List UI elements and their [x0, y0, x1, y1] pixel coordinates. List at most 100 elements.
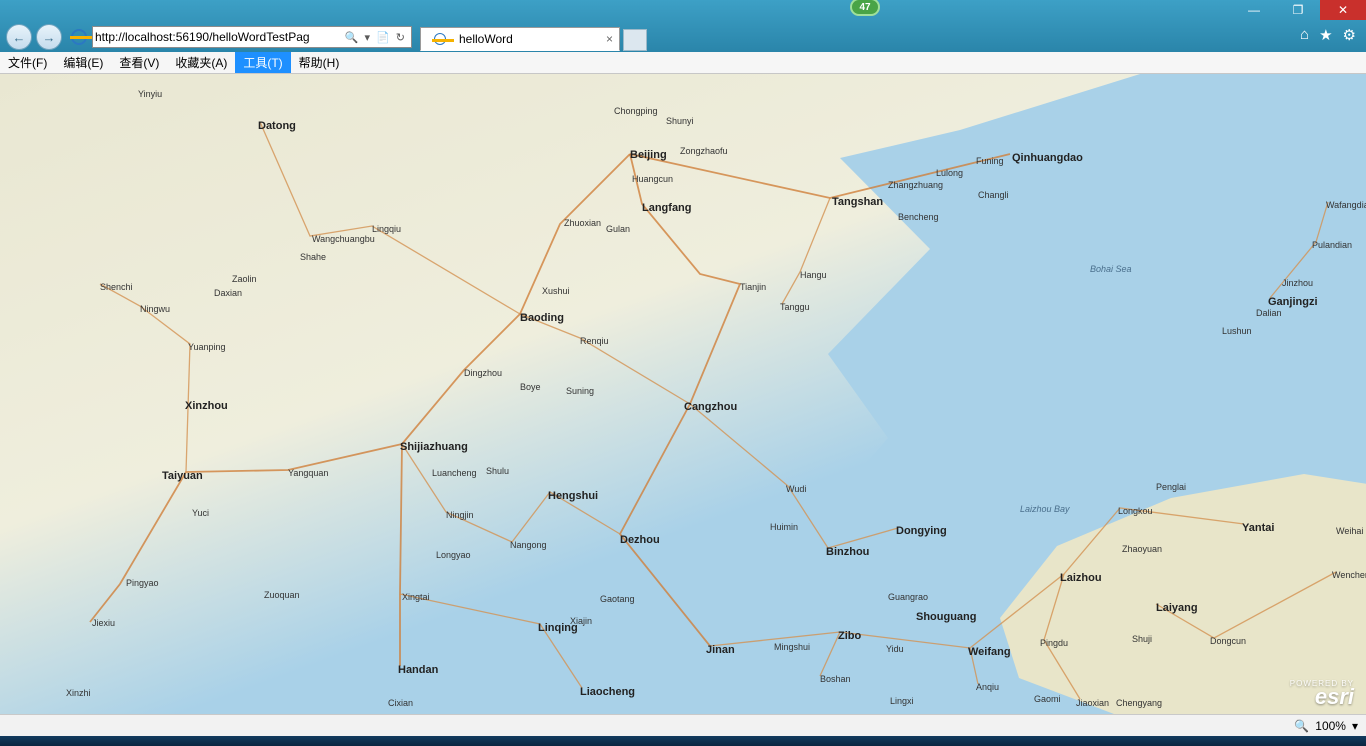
map-label: Yuci — [192, 508, 209, 518]
map-label: Laizhou Bay — [1020, 504, 1070, 514]
address-bar[interactable]: 🔍 ▾ 📄 ↻ — [92, 26, 412, 48]
map-label: Suning — [566, 386, 594, 396]
menu-item-4[interactable]: 工具(T) — [235, 52, 290, 73]
map-label: Zhangzhuang — [888, 180, 943, 190]
address-bar-buttons: 🔍 ▾ 📄 ↻ — [341, 31, 409, 44]
map-label: Lushun — [1222, 326, 1252, 336]
map-label: Jinan — [706, 644, 735, 656]
road-network — [0, 74, 1366, 714]
menu-bar: 文件(F)编辑(E)查看(V)收藏夹(A)工具(T)帮助(H) — [0, 52, 1366, 74]
map-label: Bencheng — [898, 212, 939, 222]
window-controls: — ❐ ✕ — [1232, 0, 1366, 20]
map-label: Beijing — [630, 149, 667, 161]
map-label: Cixian — [388, 698, 413, 708]
url-input[interactable] — [95, 28, 341, 46]
favorites-icon[interactable]: ★ — [1319, 26, 1332, 44]
taskbar[interactable] — [0, 736, 1366, 746]
map-label: Changli — [978, 190, 1009, 200]
map-label: Cangzhou — [684, 401, 737, 413]
map-label: Shenchi — [100, 282, 133, 292]
map-label: Renqiu — [580, 336, 609, 346]
close-button[interactable]: ✕ — [1320, 0, 1366, 20]
map-label: Boye — [520, 382, 541, 392]
minimize-button[interactable]: — — [1232, 0, 1276, 20]
maximize-button[interactable]: ❐ — [1276, 0, 1320, 20]
map-label: Baoding — [520, 312, 564, 324]
menu-item-2[interactable]: 查看(V) — [111, 52, 167, 73]
zoom-level[interactable]: 100% — [1315, 719, 1346, 733]
zoom-icon[interactable]: 🔍 — [1294, 719, 1309, 733]
map-label: Gaomi — [1034, 694, 1061, 704]
map-label: Dongcun — [1210, 636, 1246, 646]
map-label: Pingdu — [1040, 638, 1068, 648]
map-label: Weifang — [968, 646, 1011, 658]
map-label: Shunyi — [666, 116, 694, 126]
map-label: Nangong — [510, 540, 547, 550]
home-icon[interactable]: ⌂ — [1300, 26, 1309, 44]
map-label: Dongying — [896, 525, 947, 537]
map-label: Xushui — [542, 286, 570, 296]
menu-item-0[interactable]: 文件(F) — [0, 52, 55, 73]
tab-close-icon[interactable]: × — [606, 32, 613, 46]
toolbar-right: ⌂ ★ ⚙ — [1300, 26, 1356, 44]
map-label: Laizhou — [1060, 572, 1102, 584]
tools-gear-icon[interactable]: ⚙ — [1343, 26, 1356, 44]
menu-item-3[interactable]: 收藏夹(A) — [167, 52, 235, 73]
map-label: Zhaoyuan — [1122, 544, 1162, 554]
map-label: Hangu — [800, 270, 827, 280]
map-label: Ningwu — [140, 304, 170, 314]
back-button[interactable]: ← — [6, 24, 32, 50]
dropdown-icon[interactable]: ▾ — [365, 31, 371, 44]
map-label: Langfang — [642, 202, 692, 214]
map-label: Xinzhou — [185, 400, 228, 412]
map-label: Shouguang — [916, 611, 977, 623]
new-tab-button[interactable] — [623, 29, 647, 51]
map-label: Chengyang — [1116, 698, 1162, 708]
menu-item-5[interactable]: 帮助(H) — [291, 52, 348, 73]
map-label: Gulan — [606, 224, 630, 234]
map-label: Lingxi — [890, 696, 914, 706]
map-viewport[interactable]: BeijingDatongLangfangTangshanBaodingShij… — [0, 74, 1366, 714]
map-label: Boshan — [820, 674, 851, 684]
map-label: Chongping — [614, 106, 658, 116]
map-label: Ningjin — [446, 510, 474, 520]
map-label: Wencheng — [1332, 570, 1366, 580]
refresh-icon[interactable]: ↻ — [396, 31, 405, 44]
compat-view-icon[interactable]: 📄 — [376, 31, 390, 44]
browser-chrome-top: 47 — ❐ ✕ ← → 🔍 ▾ 📄 ↻ helloWord × — [0, 0, 1366, 52]
tab-title: helloWord — [459, 32, 513, 46]
map-label: Xiajin — [570, 616, 592, 626]
map-label: Daxian — [214, 288, 242, 298]
map-label: Tangshan — [832, 196, 883, 208]
map-label: Yuanping — [188, 342, 226, 352]
map-label: Shulu — [486, 466, 509, 476]
map-label: Dingzhou — [464, 368, 502, 378]
map-label: Lulong — [936, 168, 963, 178]
map-label: Zongzhaofu — [680, 146, 728, 156]
map-label: Huangcun — [632, 174, 673, 184]
map-label: Shahe — [300, 252, 326, 262]
forward-button[interactable]: → — [36, 24, 62, 50]
map-label: Handan — [398, 664, 438, 676]
status-bar: 🔍 100% ▾ — [0, 714, 1366, 736]
map-label: Qinhuangdao — [1012, 152, 1083, 164]
map-label: Hengshui — [548, 490, 598, 502]
tab-strip: helloWord × — [420, 23, 647, 51]
map-label: Wudi — [786, 484, 806, 494]
browser-tab[interactable]: helloWord × — [420, 27, 620, 51]
menu-item-1[interactable]: 编辑(E) — [55, 52, 111, 73]
tab-favicon-icon — [431, 30, 449, 48]
notification-badge[interactable]: 47 — [850, 0, 880, 16]
map-label: Penglai — [1156, 482, 1186, 492]
map-label: Pingyao — [126, 578, 159, 588]
map-label: Funing — [976, 156, 1004, 166]
navigation-bar: ← → 🔍 ▾ 📄 ↻ helloWord × — [0, 22, 1366, 52]
map-label: Jinzhou — [1282, 278, 1313, 288]
map-label: Yantai — [1242, 522, 1274, 534]
search-icon[interactable]: 🔍 — [345, 31, 359, 44]
map-label: Wangchuangbu — [312, 234, 375, 244]
zoom-dropdown-icon[interactable]: ▾ — [1352, 719, 1358, 733]
map-label: Xingtai — [402, 592, 430, 602]
map-label: Laiyang — [1156, 602, 1198, 614]
map-label: Ganjingzi — [1268, 296, 1318, 308]
